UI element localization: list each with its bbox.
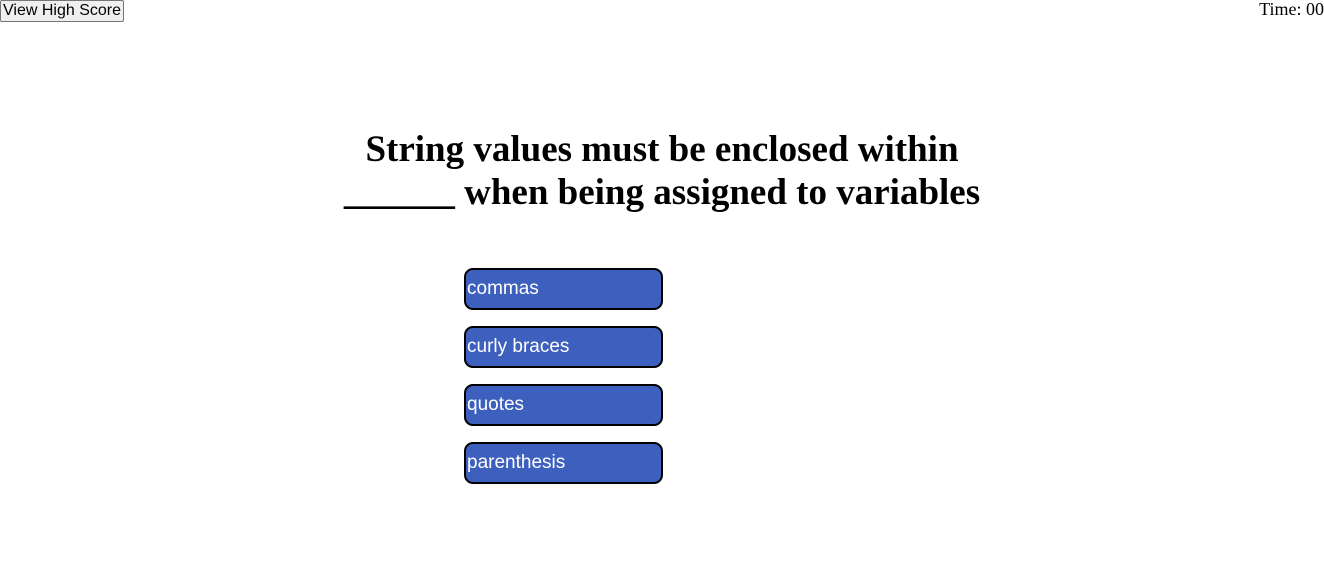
view-high-score-button[interactable]: View High Score bbox=[0, 0, 124, 22]
quiz-page: View High Score Time: 00 String values m… bbox=[0, 0, 1324, 585]
question-container: String values must be enclosed within __… bbox=[0, 128, 1324, 214]
answer-button-curly-braces[interactable]: curly braces bbox=[464, 326, 663, 368]
question-text: String values must be enclosed within __… bbox=[343, 129, 981, 213]
header-bar: View High Score Time: 00 bbox=[0, 0, 1324, 22]
answer-list: commas curly braces quotes parenthesis bbox=[464, 268, 664, 500]
answer-button-commas[interactable]: commas bbox=[464, 268, 663, 310]
answer-button-parenthesis[interactable]: parenthesis bbox=[464, 442, 663, 484]
timer-display: Time: 00 bbox=[1259, 0, 1324, 19]
answer-button-quotes[interactable]: quotes bbox=[464, 384, 663, 426]
